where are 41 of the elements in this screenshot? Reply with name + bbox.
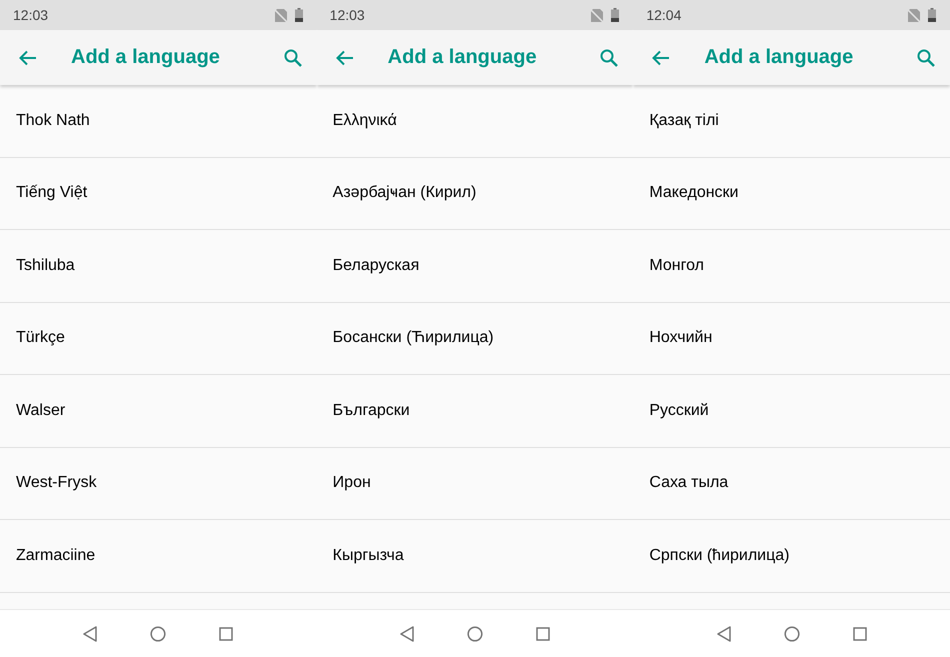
nav-recents-icon[interactable] (219, 626, 234, 640)
language-item[interactable]: Македонски (633, 158, 950, 230)
language-item[interactable]: Walser (0, 375, 317, 448)
battery-icon (611, 8, 620, 22)
language-item[interactable]: Thok Nath (0, 85, 317, 158)
search-icon (917, 48, 936, 66)
language-item[interactable]: Tshiluba (0, 230, 317, 302)
screen-title: Add a language (388, 46, 538, 69)
no-sim-icon (591, 8, 604, 22)
status-time: 12:03 (330, 7, 366, 23)
language-item[interactable]: Српски (ћирилица) (633, 520, 950, 592)
back-arrow-icon (652, 50, 670, 66)
no-sim-icon (274, 8, 287, 22)
status-time: 12:03 (13, 7, 50, 23)
search-icon (284, 48, 302, 66)
search-icon (600, 48, 618, 66)
nav-home-icon[interactable] (784, 626, 800, 642)
language-item[interactable]: Türkçe (0, 302, 317, 375)
nav-recents-icon[interactable] (536, 626, 550, 640)
nav-back-icon[interactable] (400, 626, 414, 642)
battery-icon (294, 8, 303, 22)
language-item[interactable]: Tiếng Việt (0, 158, 317, 230)
nav-back-icon[interactable] (716, 626, 731, 642)
battery-icon (928, 8, 936, 22)
nav-recents-icon[interactable] (852, 626, 867, 640)
nav-back-icon[interactable] (83, 626, 98, 642)
language-item[interactable]: West-Frysk (0, 448, 317, 520)
language-item[interactable]: Монгол (633, 230, 950, 302)
back-arrow-icon (19, 50, 37, 66)
language-item[interactable]: Zarmaciine (0, 520, 317, 592)
language-item[interactable]: Саха тыла (633, 448, 950, 520)
status-time: 12:04 (646, 7, 682, 23)
language-item[interactable]: Русский (633, 375, 950, 448)
nav-home-icon[interactable] (150, 626, 166, 642)
back-arrow-icon (336, 50, 354, 66)
no-sim-icon (908, 8, 920, 22)
language-item[interactable]: Нохчийн (633, 302, 950, 375)
nav-home-icon[interactable] (467, 626, 483, 642)
language-item[interactable]: Қазақ тілі (633, 85, 950, 158)
screen-title: Add a language (704, 46, 854, 69)
screen-title: Add a language (71, 46, 221, 69)
